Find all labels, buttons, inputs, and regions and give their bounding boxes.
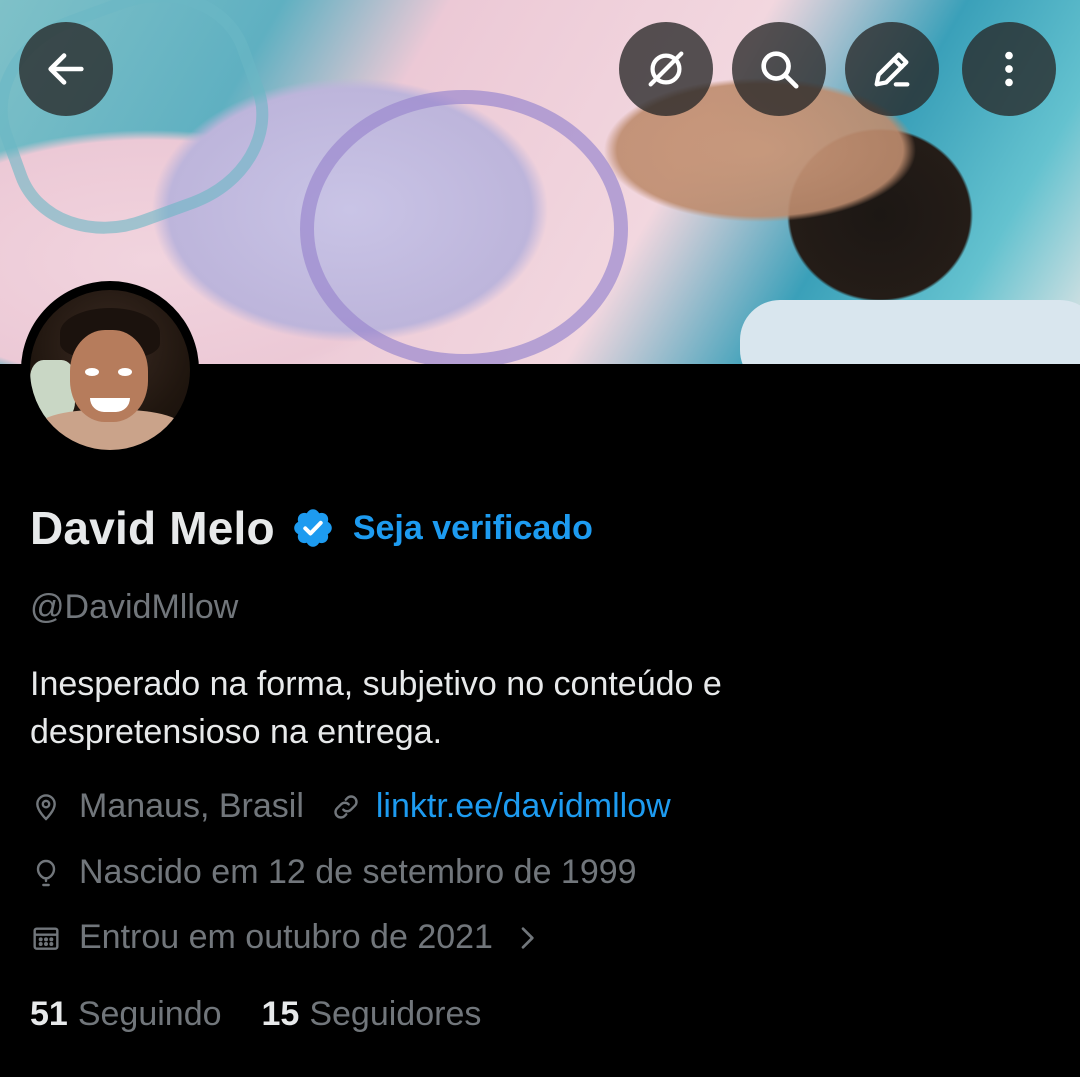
back-button[interactable] — [19, 22, 113, 116]
banner-pattern — [300, 90, 628, 364]
user-handle: @DavidMllow — [30, 588, 239, 626]
following-link[interactable]: 51 Seguindo — [30, 995, 222, 1034]
joined-row[interactable]: Entrou em outubro de 2021 — [30, 918, 543, 957]
more-button[interactable] — [962, 22, 1056, 116]
birthday-text: Nascido em 12 de setembro de 1999 — [79, 853, 637, 891]
bio-line: Inesperado na forma, subjetivo no conteú… — [30, 665, 722, 703]
following-label: Seguindo — [77, 995, 222, 1033]
arrow-left-icon — [48, 53, 84, 85]
more-vertical-icon — [1005, 51, 1013, 87]
link-icon — [334, 794, 358, 819]
bio: Inesperado na forma, subjetivo no conteú… — [30, 660, 1030, 756]
calendar-icon — [33, 926, 59, 950]
verified-badge-icon[interactable] — [291, 506, 335, 550]
location-row: Manaus, Brasil linktr.ee/davidmllow — [30, 787, 671, 826]
name-row: David Melo Seja verificado — [30, 498, 593, 558]
birthday-row: Nascido em 12 de setembro de 1999 — [30, 853, 637, 892]
search-button[interactable] — [732, 22, 826, 116]
following-count: 51 — [30, 995, 68, 1033]
grok-icon — [648, 51, 684, 87]
joined-text: Entrou em outubro de 2021 — [79, 918, 493, 956]
search-icon — [761, 51, 799, 89]
location-pin-icon — [36, 793, 56, 821]
display-name: David Melo — [30, 502, 275, 554]
edit-icon — [874, 52, 910, 87]
bio-line: despretensioso na entrega. — [30, 713, 443, 751]
banner-pillow — [740, 300, 1080, 364]
avatar-image — [30, 290, 190, 450]
followers-count: 15 — [261, 995, 300, 1033]
followers-label: Seguidores — [309, 995, 482, 1033]
chevron-right-icon[interactable] — [511, 922, 543, 954]
follow-stats: 51 Seguindo 15 Seguidores — [30, 995, 481, 1034]
edit-button[interactable] — [845, 22, 939, 116]
grok-button[interactable] — [619, 22, 713, 116]
location-text: Manaus, Brasil — [79, 787, 304, 825]
balloon-icon — [36, 859, 56, 886]
website-link[interactable]: linktr.ee/davidmllow — [376, 787, 671, 826]
followers-link[interactable]: 15 Seguidores — [262, 995, 482, 1034]
get-verified-link[interactable]: Seja verificado — [353, 509, 593, 548]
avatar[interactable] — [21, 281, 199, 459]
